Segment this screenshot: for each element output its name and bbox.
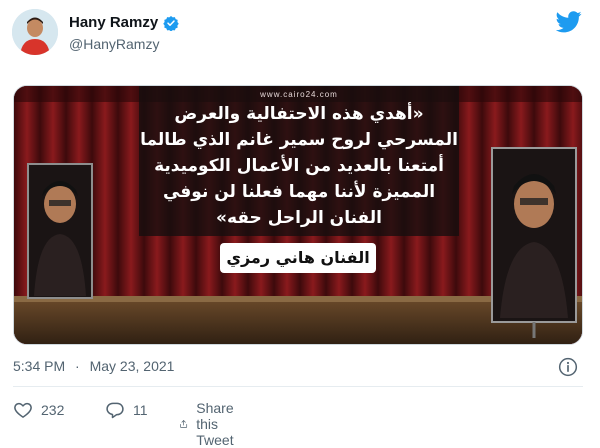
display-name[interactable]: Hany Ramzy <box>69 14 158 31</box>
reply-bubble-icon <box>106 402 124 419</box>
reply-count: 11 <box>133 402 148 418</box>
divider <box>13 386 583 387</box>
avatar-image <box>12 9 58 55</box>
image-caption: الفنان هاني رمزي <box>220 243 376 273</box>
name-row: Hany Ramzy <box>69 14 179 31</box>
tweet-header: Hany Ramzy @HanyRamzy <box>0 0 600 80</box>
reply-button[interactable]: 11 <box>105 400 148 420</box>
tweet-date: May 23, 2021 <box>89 358 175 374</box>
verified-badge-icon <box>163 15 179 31</box>
timestamp-separator: · <box>75 358 80 374</box>
twitter-bird-icon[interactable] <box>556 11 582 33</box>
heart-icon <box>14 402 32 418</box>
left-portrait-easel <box>27 163 93 299</box>
watermark: www.cairo24.com <box>260 90 338 99</box>
tweet-media-image[interactable]: www.cairo24.com «أهدي هذه الاحتفالية وال… <box>13 85 583 345</box>
share-icon <box>180 420 188 428</box>
share-label: Share this Tweet <box>196 400 234 448</box>
quote-line: «أهدي هذه الاحتفالية والعرض <box>174 104 424 124</box>
quote-line: المميزة لأننا مهما فعلنا لن نوفي <box>162 182 436 202</box>
info-icon[interactable] <box>558 357 578 377</box>
like-count: 232 <box>41 402 65 418</box>
quote-line: المسرحي لروح سمير غانم الذي طالما <box>140 130 458 150</box>
like-button[interactable]: 232 <box>13 400 64 420</box>
quote-line: الفنان الراحل حقه» <box>216 208 382 228</box>
share-button[interactable]: Share this Tweet <box>179 400 244 448</box>
right-portrait-easel <box>491 147 577 338</box>
tweet-time: 5:34 PM <box>13 358 66 374</box>
quote-overlay: www.cairo24.com «أهدي هذه الاحتفالية وال… <box>139 86 459 236</box>
quote-line: أمتعنا بالعديد من الأعمال الكوميدية <box>154 156 444 176</box>
avatar[interactable] <box>12 9 58 55</box>
user-handle[interactable]: @HanyRamzy <box>69 36 159 52</box>
tweet-timestamp[interactable]: 5:34 PM · May 23, 2021 <box>13 358 180 374</box>
